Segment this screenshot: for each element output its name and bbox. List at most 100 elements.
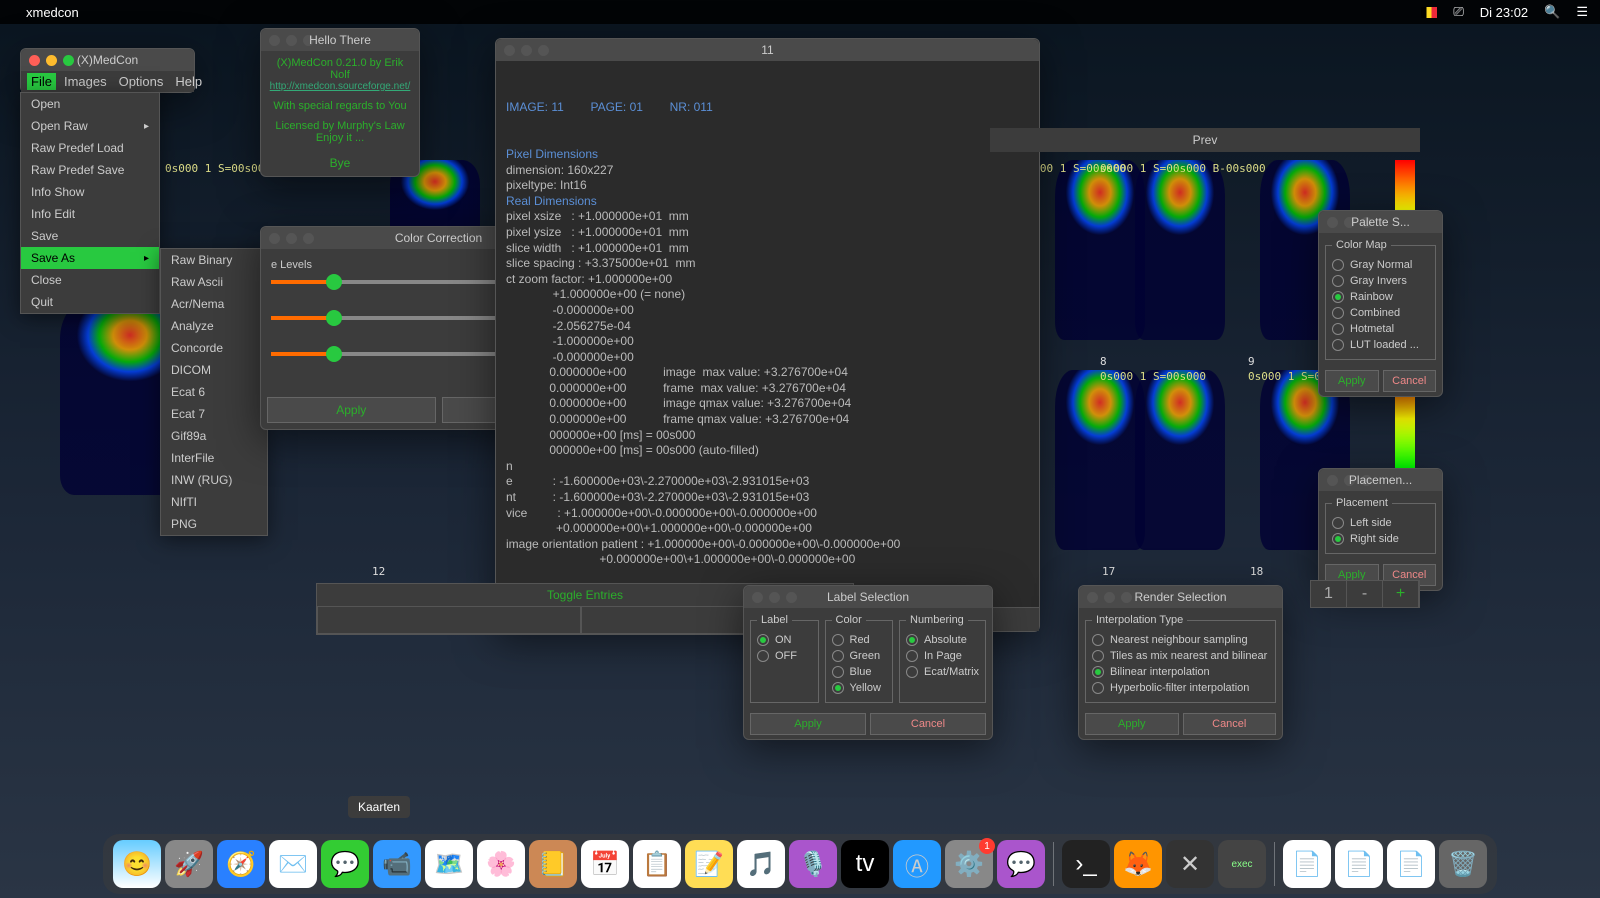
palette-opt-combined[interactable]: Combined [1332, 305, 1429, 321]
menu-raw-predef-load[interactable]: Raw Predef Load [21, 137, 159, 159]
doc-icon-2[interactable]: 📄 [1335, 840, 1383, 888]
notes-icon[interactable]: 📝 [685, 840, 733, 888]
render-opt-hyperbolic-filter-interpolation[interactable]: Hyperbolic-filter interpolation [1092, 680, 1269, 696]
close-icon[interactable] [269, 233, 280, 244]
minimize-icon[interactable] [286, 35, 297, 46]
doc-icon-3[interactable]: 📄 [1387, 840, 1435, 888]
close-icon[interactable] [504, 45, 515, 56]
exec-icon[interactable]: exec [1218, 840, 1266, 888]
color-opt-green[interactable]: Green [832, 648, 887, 664]
render-opt-tiles-as-mix-nearest-and-bilinear[interactable]: Tiles as mix nearest and bilinear [1092, 648, 1269, 664]
minimize-icon[interactable] [286, 233, 297, 244]
bye-button[interactable]: Bye [261, 150, 419, 176]
toggle-cell-1[interactable] [317, 606, 581, 634]
saveas-ecat6[interactable]: Ecat 6 [161, 381, 267, 403]
maps-icon[interactable]: 🗺️ [425, 840, 473, 888]
menu-file[interactable]: File [27, 73, 56, 90]
close-icon[interactable] [1327, 217, 1338, 228]
menu-open-raw[interactable]: Open Raw▸ [21, 115, 159, 137]
apply-button[interactable]: Apply [750, 713, 866, 735]
num-opt-ecat-matrix[interactable]: Ecat/Matrix [906, 664, 979, 680]
cancel-button[interactable]: Cancel [870, 713, 986, 735]
saveas-nifti[interactable]: NIfTI [161, 491, 267, 513]
color-opt-blue[interactable]: Blue [832, 664, 887, 680]
control-center-icon[interactable]: ☰ [1576, 4, 1588, 20]
appstore-icon[interactable]: Ⓐ [893, 840, 941, 888]
flag-icon[interactable] [1421, 7, 1437, 18]
placement-opt-left-side[interactable]: Left side [1332, 515, 1429, 531]
menu-options[interactable]: Options [115, 73, 168, 90]
minimize-icon[interactable] [1104, 592, 1115, 603]
close-icon[interactable] [752, 592, 763, 603]
palette-opt-lut-loaded-[interactable]: LUT loaded ... [1332, 337, 1429, 353]
menu-close[interactable]: Close [21, 269, 159, 291]
cancel-button[interactable]: Cancel [1183, 713, 1277, 735]
minimize-icon[interactable] [46, 55, 57, 66]
apply-button[interactable]: Apply [1085, 713, 1179, 735]
palette-opt-hotmetal[interactable]: Hotmetal [1332, 321, 1429, 337]
saveas-ecat7[interactable]: Ecat 7 [161, 403, 267, 425]
finder-icon[interactable]: 😊 [113, 840, 161, 888]
photos-icon[interactable]: 🌸 [477, 840, 525, 888]
menu-save[interactable]: Save [21, 225, 159, 247]
launchpad-icon[interactable]: 🚀 [165, 840, 213, 888]
prev-button[interactable]: Prev [990, 128, 1420, 152]
minimize-icon[interactable] [769, 592, 780, 603]
render-opt-nearest-neighbour-sampling[interactable]: Nearest neighbour sampling [1092, 632, 1269, 648]
close-icon[interactable] [29, 55, 40, 66]
feedback-icon[interactable]: 💬 [997, 840, 1045, 888]
render-opt-bilinear-interpolation[interactable]: Bilinear interpolation [1092, 664, 1269, 680]
clock[interactable]: Di 23:02 [1480, 5, 1528, 20]
facetime-icon[interactable]: 📹 [373, 840, 421, 888]
hello-link[interactable]: http://xmedcon.sourceforge.net/ [267, 81, 413, 92]
saveas-png[interactable]: PNG [161, 513, 267, 535]
zoom-icon[interactable] [786, 592, 797, 603]
saveas-raw-binary[interactable]: Raw Binary [161, 249, 267, 271]
display-icon[interactable]: ⎚ [1453, 4, 1463, 20]
tv-icon[interactable]: tv [841, 840, 889, 888]
palette-opt-rainbow[interactable]: Rainbow [1332, 289, 1429, 305]
apply-button[interactable]: Apply [1325, 370, 1379, 392]
contacts-icon[interactable]: 📒 [529, 840, 577, 888]
num-opt-in-page[interactable]: In Page [906, 648, 979, 664]
saveas-concorde[interactable]: Concorde [161, 337, 267, 359]
music-icon[interactable]: 🎵 [737, 840, 785, 888]
label-opt-on[interactable]: ON [757, 632, 812, 648]
nav-plus[interactable]: + [1383, 581, 1419, 607]
menu-help[interactable]: Help [171, 73, 206, 90]
color-opt-red[interactable]: Red [832, 632, 887, 648]
close-icon[interactable] [1087, 592, 1098, 603]
doc-icon-1[interactable]: 📄 [1283, 840, 1331, 888]
calendar-icon[interactable]: 📅 [581, 840, 629, 888]
reminders-icon[interactable]: 📋 [633, 840, 681, 888]
search-icon[interactable]: 🔍 [1544, 4, 1560, 20]
saveas-gif89a[interactable]: Gif89a [161, 425, 267, 447]
safari-icon[interactable]: 🧭 [217, 840, 265, 888]
minimize-icon[interactable] [521, 45, 532, 56]
xmedcon-icon[interactable]: ✕ [1166, 840, 1214, 888]
close-icon[interactable] [269, 35, 280, 46]
saveas-dicom[interactable]: DICOM [161, 359, 267, 381]
label-opt-off[interactable]: OFF [757, 648, 812, 664]
saveas-interfile[interactable]: InterFile [161, 447, 267, 469]
color-opt-yellow[interactable]: Yellow [832, 680, 887, 696]
zoom-icon[interactable] [303, 233, 314, 244]
cancel-button[interactable]: Cancel [1383, 370, 1437, 392]
menu-save-as[interactable]: Save As▸ [21, 247, 159, 269]
app-name[interactable]: xmedcon [26, 5, 79, 20]
settings-icon[interactable]: ⚙️1 [945, 840, 993, 888]
nav-minus[interactable]: - [1347, 581, 1383, 607]
saveas-analyze[interactable]: Analyze [161, 315, 267, 337]
palette-opt-gray-normal[interactable]: Gray Normal [1332, 257, 1429, 273]
apply-button[interactable]: Apply [267, 397, 436, 423]
menu-quit[interactable]: Quit [21, 291, 159, 313]
palette-opt-gray-invers[interactable]: Gray Invers [1332, 273, 1429, 289]
saveas-raw-ascii[interactable]: Raw Ascii [161, 271, 267, 293]
zoom-icon[interactable] [1121, 592, 1132, 603]
saveas-inw[interactable]: INW (RUG) [161, 469, 267, 491]
terminal-icon[interactable]: ›_ [1062, 840, 1110, 888]
zoom-icon[interactable] [63, 55, 74, 66]
firefox-icon[interactable]: 🦊 [1114, 840, 1162, 888]
placement-opt-right-side[interactable]: Right side [1332, 531, 1429, 547]
mail-icon[interactable]: ✉️ [269, 840, 317, 888]
